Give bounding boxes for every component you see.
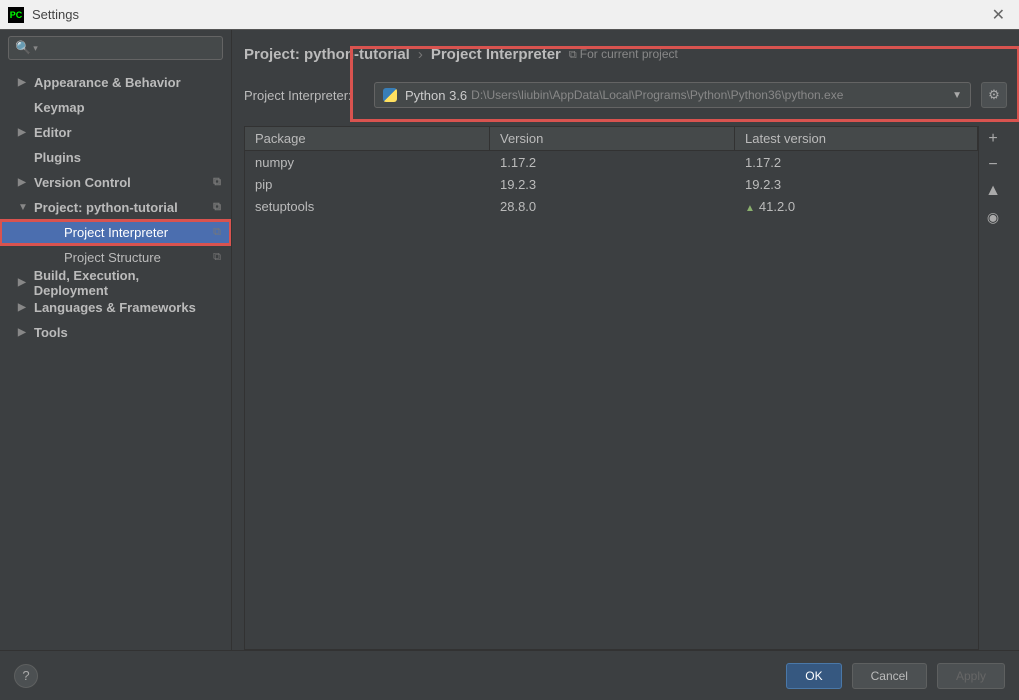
cell-latest: 19.2.3 <box>735 175 978 194</box>
breadcrumb: Project: python-tutorial › Project Inter… <box>244 40 1007 68</box>
sidebar-item-version-control[interactable]: ▶ Version Control ⧉ <box>0 170 231 195</box>
scope-icon: ⧉ <box>213 176 221 189</box>
cell-package: pip <box>245 175 490 194</box>
sidebar-item-editor[interactable]: ▶ Editor <box>0 120 231 145</box>
sidebar-item-project-python-tutorial[interactable]: ▼ Project: python-tutorial ⧉ <box>0 195 231 220</box>
apply-button[interactable]: Apply <box>937 663 1005 689</box>
header-version[interactable]: Version <box>490 127 735 150</box>
tree-arrow-icon: ▼ <box>18 202 30 213</box>
sidebar-item-label: Build, Execution, Deployment <box>34 268 213 298</box>
upgrade-package-button[interactable]: ▲ <box>982 180 1004 202</box>
breadcrumb-project: Project: python-tutorial <box>244 46 410 63</box>
sidebar-item-label: Languages & Frameworks <box>34 300 196 315</box>
cell-version: 1.17.2 <box>490 153 735 172</box>
settings-tree: ▶ Appearance & Behavior Keymap ▶ Editor Plugi… <box>0 66 231 349</box>
packages-table: Package Version Latest version numpy1.17… <box>244 126 979 650</box>
cell-version: 19.2.3 <box>490 175 735 194</box>
sidebar-item-languages-frameworks[interactable]: ▶ Languages & Frameworks <box>0 295 231 320</box>
tree-arrow-icon: ▶ <box>18 177 30 188</box>
sidebar-item-project-interpreter[interactable]: Project Interpreter ⧉ <box>0 220 231 245</box>
sidebar-item-label: Appearance & Behavior <box>34 75 181 90</box>
help-button[interactable]: ? <box>14 664 38 688</box>
sidebar-item-label: Tools <box>34 325 68 340</box>
remove-package-button[interactable]: − <box>982 154 1004 176</box>
packages-toolbar: + − ▲ ◉ <box>979 126 1007 650</box>
interpreter-label: Project Interpreter: <box>244 88 364 103</box>
close-icon[interactable]: ✕ <box>986 5 1011 25</box>
sidebar-item-appearance-behavior[interactable]: ▶ Appearance & Behavior <box>0 70 231 95</box>
table-row[interactable]: numpy1.17.21.17.2 <box>245 151 978 173</box>
content-panel: Project: python-tutorial › Project Inter… <box>232 30 1019 650</box>
sidebar-item-tools[interactable]: ▶ Tools <box>0 320 231 345</box>
tree-arrow-icon: ▶ <box>18 127 30 138</box>
table-header: Package Version Latest version <box>245 127 978 151</box>
gear-icon[interactable]: ⚙ <box>981 82 1007 108</box>
table-row[interactable]: setuptools28.8.0▲41.2.0 <box>245 195 978 217</box>
cell-package: setuptools <box>245 197 490 216</box>
sidebar-item-build-execution-deployment[interactable]: ▶ Build, Execution, Deployment <box>0 270 231 295</box>
ok-button[interactable]: OK <box>786 663 841 689</box>
sidebar-item-label: Editor <box>34 125 72 140</box>
scope-icon: ⧉ <box>213 226 221 239</box>
scope-icon: ⧉ <box>213 251 221 264</box>
search-icon: 🔍 <box>15 40 31 56</box>
interpreter-path: D:\Users\liubin\AppData\Local\Programs\P… <box>471 88 843 102</box>
search-input[interactable]: 🔍 ▾ <box>8 36 223 60</box>
cell-latest: ▲41.2.0 <box>735 197 978 216</box>
dialog-footer: ? OK Cancel Apply <box>0 650 1019 700</box>
titlebar: PC Settings ✕ <box>0 0 1019 30</box>
tree-arrow-icon: ▶ <box>18 77 30 88</box>
scope-icon: ⧉ <box>213 201 221 214</box>
header-latest[interactable]: Latest version <box>735 127 978 150</box>
show-early-releases-button[interactable]: ◉ <box>982 206 1004 228</box>
tree-arrow-icon: ▶ <box>18 277 30 288</box>
sidebar-item-label: Project Interpreter <box>64 225 168 240</box>
chevron-down-icon: ▼ <box>952 90 962 101</box>
table-row[interactable]: pip19.2.319.2.3 <box>245 173 978 195</box>
tree-arrow-icon: ▶ <box>18 327 30 338</box>
tree-arrow-icon: ▶ <box>18 302 30 313</box>
cell-package: numpy <box>245 153 490 172</box>
python-icon <box>383 88 397 102</box>
chevron-down-icon: ▾ <box>33 43 38 54</box>
sidebar-item-label: Plugins <box>34 150 81 165</box>
sidebar-item-label: Version Control <box>34 175 131 190</box>
sidebar-item-label: Keymap <box>34 100 85 115</box>
sidebar: 🔍 ▾ ▶ Appearance & Behavior Keymap ▶ Editor P… <box>0 30 232 650</box>
app-icon: PC <box>8 7 24 23</box>
sidebar-item-keymap[interactable]: Keymap <box>0 95 231 120</box>
sidebar-item-label: Project Structure <box>64 250 161 265</box>
cell-latest: 1.17.2 <box>735 153 978 172</box>
cancel-button[interactable]: Cancel <box>852 663 927 689</box>
cell-version: 28.8.0 <box>490 197 735 216</box>
sidebar-item-plugins[interactable]: Plugins <box>0 145 231 170</box>
window-title: Settings <box>32 7 986 22</box>
interpreter-name: Python 3.6 <box>405 88 467 103</box>
breadcrumb-separator: › <box>418 46 423 63</box>
sidebar-item-project-structure[interactable]: Project Structure ⧉ <box>0 245 231 270</box>
header-package[interactable]: Package <box>245 127 490 150</box>
upgrade-arrow-icon: ▲ <box>745 203 755 214</box>
add-package-button[interactable]: + <box>982 128 1004 150</box>
breadcrumb-hint: For current project <box>569 47 678 62</box>
breadcrumb-page: Project Interpreter <box>431 46 561 63</box>
interpreter-dropdown[interactable]: Python 3.6 D:\Users\liubin\AppData\Local… <box>374 82 971 108</box>
sidebar-item-label: Project: python-tutorial <box>34 200 178 215</box>
